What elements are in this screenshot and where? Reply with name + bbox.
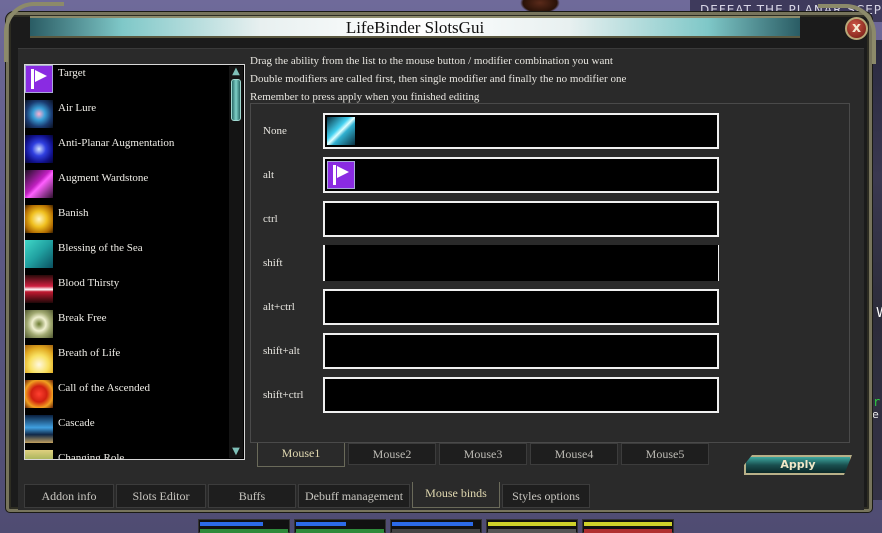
background-text: e [872, 408, 879, 421]
bind-slot-ctrl[interactable] [323, 201, 719, 237]
bind-slot-alt[interactable] [323, 157, 719, 193]
ability-list-item[interactable]: Blood Thirsty [25, 275, 244, 310]
background-text: W [876, 306, 882, 321]
modifier-label: ctrl [263, 213, 278, 225]
ability-list-item[interactable]: Break Free [25, 310, 244, 345]
ability-label: Changing Role [58, 452, 125, 460]
ability-list-item[interactable]: Target [25, 65, 244, 100]
modifier-label: shift [263, 257, 283, 269]
modifier-label: None [263, 125, 287, 137]
augment-wardstone-icon [25, 170, 53, 198]
bind-row-alt-ctrl: alt+ctrl [251, 289, 851, 325]
blessing-of-the-sea-icon [25, 240, 53, 268]
ability-list-item[interactable]: Air Lure [25, 100, 244, 135]
ability-label: Blood Thirsty [58, 277, 120, 289]
cascade-icon [25, 415, 53, 443]
scroll-thumb[interactable] [231, 79, 241, 121]
ability-label: Banish [58, 207, 89, 219]
bind-slot-shift-alt[interactable] [323, 333, 719, 369]
ability-label: Cascade [58, 417, 95, 429]
close-icon: x [851, 20, 862, 36]
tab-mouse4[interactable]: Mouse4 [530, 443, 618, 465]
ability-label: Call of the Ascended [58, 382, 150, 394]
ability-label: Breath of Life [58, 347, 121, 359]
bind-slot-shift[interactable] [323, 245, 719, 281]
tab-mouse1[interactable]: Mouse1 [257, 443, 345, 467]
bind-row-shift-ctrl: shift+ctrl [251, 377, 851, 413]
ability-label: Air Lure [58, 102, 97, 114]
call-of-the-ascended-icon [25, 380, 53, 408]
bind-slot-alt-ctrl[interactable] [323, 289, 719, 325]
bind-row-shift-alt: shift+alt [251, 333, 851, 369]
tab-styles-options[interactable]: Styles options [502, 484, 590, 508]
tab-mouse3[interactable]: Mouse3 [439, 443, 527, 465]
banish-icon [25, 205, 53, 233]
instruction-line: Double modifiers are called first, then … [250, 73, 627, 85]
party-frame[interactable] [486, 519, 578, 533]
ability-list-item[interactable]: Changing Role [25, 450, 244, 460]
ability-label: Anti-Planar Augmentation [58, 137, 175, 149]
ability-label: Target [58, 67, 86, 79]
tab-slots-editor[interactable]: Slots Editor [116, 484, 206, 508]
apply-button[interactable]: Apply [744, 455, 852, 475]
target-flag-icon[interactable] [327, 161, 355, 189]
ability-list-item[interactable]: Call of the Ascended [25, 380, 244, 415]
party-frame[interactable] [582, 519, 674, 533]
instructions: Drag the ability from the list to the mo… [250, 52, 850, 106]
instruction-line: Drag the ability from the list to the mo… [250, 55, 613, 67]
scroll-up-chevron-icon[interactable]: ▲ [230, 66, 242, 78]
mouse-button-tabs: Mouse1 Mouse2 Mouse3 Mouse4 Mouse5 [257, 443, 709, 467]
changing-role-icon [25, 450, 53, 459]
bind-slot-none[interactable] [323, 113, 719, 149]
tab-mouse2[interactable]: Mouse2 [348, 443, 436, 465]
tab-buffs[interactable]: Buffs [208, 484, 296, 508]
bind-row-none: None [251, 113, 851, 149]
bind-row-shift: shift [251, 245, 851, 281]
mouse-binds-panel: None alt ctrl shift alt+ctrl shift+alt s… [250, 103, 850, 443]
party-frames [198, 519, 674, 533]
blood-thirsty-icon [25, 275, 53, 303]
modifier-label: alt [263, 169, 274, 181]
anti-planar-augmentation-icon [25, 135, 53, 163]
air-lure-icon [25, 100, 53, 128]
break-free-icon [25, 310, 53, 338]
ability-label: Augment Wardstone [58, 172, 149, 184]
background-text: r [873, 395, 881, 409]
tab-debuff-management[interactable]: Debuff management [298, 484, 410, 508]
tab-mouse-binds[interactable]: Mouse binds [412, 482, 500, 508]
main-tabs: Addon info Slots Editor Buffs Debuff man… [24, 482, 590, 508]
modifier-label: shift+alt [263, 345, 300, 357]
bind-row-alt: alt [251, 157, 851, 193]
party-frame[interactable] [390, 519, 482, 533]
window-title: LifeBinder SlotsGui [345, 18, 485, 37]
tab-addon-info[interactable]: Addon info [24, 484, 114, 508]
ability-list-scrollbar[interactable]: ▲ ▼ [229, 66, 243, 458]
ability-list-item[interactable]: Banish [25, 205, 244, 240]
breath-of-life-icon [25, 345, 53, 373]
tab-mouse5[interactable]: Mouse5 [621, 443, 709, 465]
window-titlebar[interactable]: LifeBinder SlotsGui [30, 16, 800, 38]
party-frame[interactable] [198, 519, 290, 533]
ability-list[interactable]: Target Air Lure Anti-Planar Augmentation… [24, 64, 245, 460]
target-flag-icon [25, 65, 53, 93]
ability-label: Break Free [58, 312, 107, 324]
ability-list-item[interactable]: Cascade [25, 415, 244, 450]
ability-list-item[interactable]: Blessing of the Sea [25, 240, 244, 275]
ability-list-item[interactable]: Augment Wardstone [25, 170, 244, 205]
close-button[interactable]: x [845, 17, 868, 40]
bind-row-ctrl: ctrl [251, 201, 851, 237]
party-frame[interactable] [294, 519, 386, 533]
ability-list-item[interactable]: Anti-Planar Augmentation [25, 135, 244, 170]
ability-label: Blessing of the Sea [58, 242, 143, 254]
ice-ability-icon[interactable] [327, 117, 355, 145]
modifier-label: alt+ctrl [263, 301, 295, 313]
scroll-down-chevron-icon[interactable]: ▼ [230, 446, 242, 458]
modifier-label: shift+ctrl [263, 389, 304, 401]
ability-list-item[interactable]: Breath of Life [25, 345, 244, 380]
bind-slot-shift-ctrl[interactable] [323, 377, 719, 413]
